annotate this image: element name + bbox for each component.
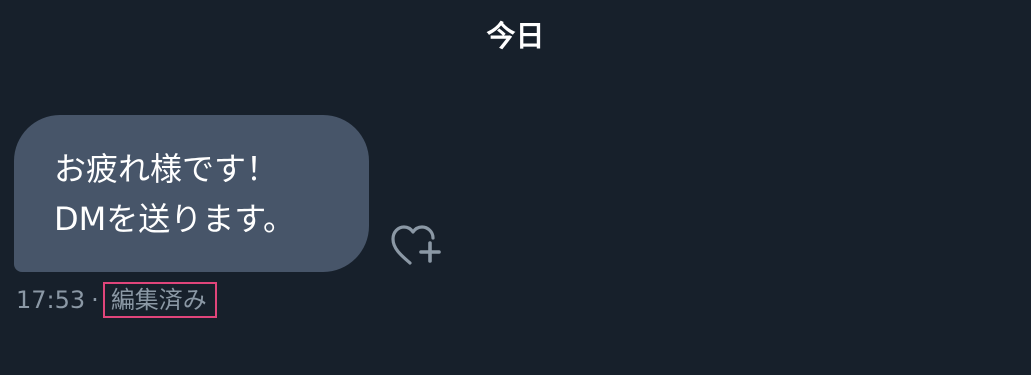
meta-separator: · [91,286,99,314]
message-text-line-2: DMを送ります。 [54,200,296,238]
edited-label[interactable]: 編集済み [102,282,217,318]
message-timestamp: 17:53 [16,286,86,314]
message-meta: 17:53 · 編集済み [16,282,217,318]
heart-plus-icon [391,225,441,265]
message-bubble[interactable]: お疲れ様です！ DMを送ります。 [14,115,369,272]
add-reaction-button[interactable] [390,220,446,268]
message-text-line-1: お疲れ様です！ [54,150,279,188]
date-separator: 今日 [486,19,545,53]
